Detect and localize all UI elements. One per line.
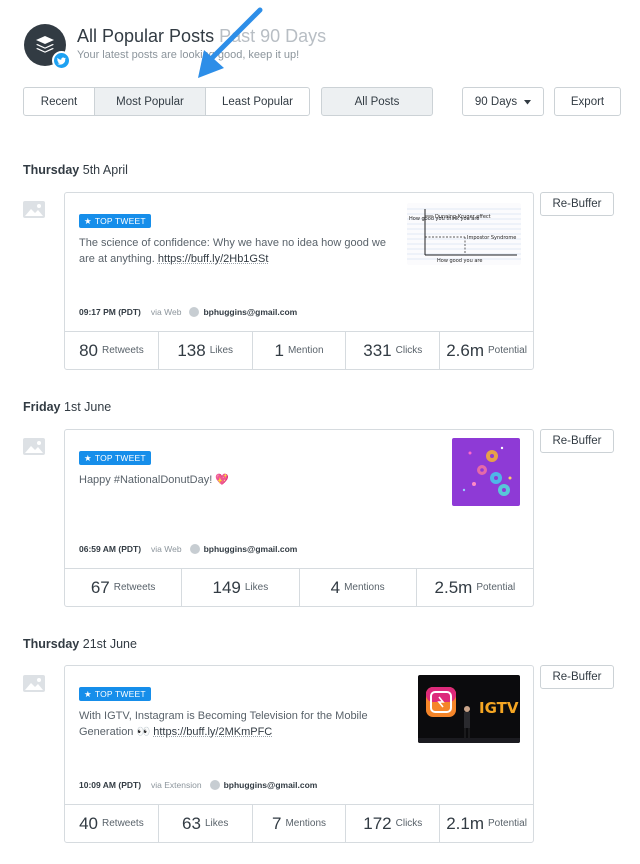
thumb-igtv-label: IGTV [479, 699, 519, 717]
top-tweet-badge: ★ TOP TWEET [79, 451, 151, 465]
stat-clicks: 331 Clicks [346, 332, 441, 369]
image-placeholder-icon [23, 438, 45, 455]
post-account: bphuggins@gmail.com [203, 544, 298, 554]
account-avatar [189, 544, 200, 554]
buffer-avatar [24, 24, 71, 70]
most-popular-button[interactable]: Most Popular [95, 88, 206, 115]
post-account: bphuggins@gmail.com [223, 780, 318, 790]
post-time: 09:17 PM (PDT) [79, 307, 141, 317]
export-button[interactable]: Export [554, 87, 621, 116]
stat-retweets: 67 Retweets [65, 569, 183, 606]
annotation-arrow [198, 7, 263, 78]
twitter-icon [52, 51, 71, 70]
post-card: ★ TOP TWEET The science of confidence: W… [64, 192, 534, 370]
post-day-date: 21st June [82, 637, 137, 651]
post-date-heading: Friday 1st June [23, 400, 111, 414]
stat-mentions: 4 Mentions [300, 569, 417, 606]
post-text-body: Happy #NationalDonutDay! 💖 [79, 474, 230, 486]
post-time: 10:09 AM (PDT) [79, 780, 142, 790]
date-range-value: 90 Days [474, 95, 518, 108]
post-account: bphuggins@gmail.com [203, 307, 298, 317]
post-text: With IGTV, Instagram is Becoming Televis… [79, 708, 389, 740]
post-thumbnail[interactable]: How good you think you are Dunning-Kruge… [407, 203, 521, 265]
page-header: All Popular Posts Past 90 Days Your late… [24, 22, 624, 70]
stat-retweets: 40 Retweets [65, 805, 159, 842]
image-placeholder-icon [23, 675, 45, 692]
post-day-name: Friday [23, 400, 61, 414]
all-posts-button[interactable]: All Posts [321, 87, 433, 116]
image-placeholder-icon [23, 201, 45, 218]
post-date-heading: Thursday 21st June [23, 637, 137, 651]
rebuffer-button[interactable]: Re-Buffer [540, 665, 614, 689]
stat-retweets: 80 Retweets [65, 332, 159, 369]
post-via: via Extension [151, 780, 202, 790]
recent-button[interactable]: Recent [24, 88, 95, 115]
thumb-x-label: How good you are [437, 258, 482, 264]
rebuffer-button[interactable]: Re-Buffer [540, 429, 614, 453]
post-via: via Web [151, 544, 182, 554]
post-link[interactable]: https://buff.ly/2Hb1GSt [158, 253, 268, 265]
stat-potential: 2.6m Potential [446, 340, 527, 360]
least-popular-button[interactable]: Least Popular [206, 88, 309, 115]
account-avatar [189, 307, 200, 317]
stat-likes: 149 Likes [182, 569, 300, 606]
badge-label: TOP TWEET [94, 453, 146, 463]
badge-label: TOP TWEET [94, 689, 146, 699]
date-range-dropdown[interactable]: 90 Days [462, 87, 544, 116]
stat-potential: 2.5m Potential [434, 577, 516, 597]
post-day-name: Thursday [23, 637, 80, 651]
caret-down-icon [524, 96, 532, 108]
post-day-date: 1st June [64, 400, 112, 414]
post-thumbnail[interactable]: IGTV [418, 675, 520, 743]
star-icon: ★ [84, 452, 92, 463]
badge-label: TOP TWEET [94, 216, 146, 226]
stat-mentions: 1 Mention [253, 332, 347, 369]
thumb-dk-label: Dunning-Kruger effect [435, 214, 491, 220]
post-text: Happy #NationalDonutDay! 💖 [79, 472, 389, 488]
stat-clicks: 172 Clicks [346, 805, 441, 842]
post-via: via Web [150, 307, 182, 317]
post-meta: 10:09 AM (PDT) via Extension bphuggins@g… [79, 780, 317, 790]
post-meta: 06:59 AM (PDT) via Web bphuggins@gmail.c… [79, 544, 297, 554]
post-card: ★ TOP TWEET With IGTV, Instagram is Beco… [64, 665, 534, 843]
post-card: ★ TOP TWEET Happy #NationalDonutDay! 💖 0… [64, 429, 534, 607]
stat-potential: 2.1m Potential [446, 813, 527, 833]
post-meta: 09:17 PM (PDT) via Web bphuggins@gmail.c… [79, 307, 297, 317]
stat-mentions: 7 Mentions [253, 805, 347, 842]
star-icon: ★ [84, 215, 92, 226]
star-icon: ★ [84, 688, 92, 699]
top-tweet-badge: ★ TOP TWEET [79, 214, 151, 228]
stat-likes: 138 Likes [159, 332, 253, 369]
post-stats: 40 Retweets 63 Likes 7 Mentions 172 Clicks 2… [65, 804, 533, 842]
post-day-name: Thursday [23, 163, 80, 177]
post-time: 06:59 AM (PDT) [79, 544, 142, 554]
top-tweet-badge: ★ TOP TWEET [79, 687, 151, 701]
sort-segmented-control: Recent Most Popular Least Popular [23, 87, 310, 116]
account-avatar [209, 780, 220, 790]
post-day-date: 5th April [82, 163, 128, 177]
rebuffer-button[interactable]: Re-Buffer [540, 192, 614, 216]
thumb-imp-label: Impostor Syndrome [467, 235, 516, 241]
post-link[interactable]: https://buff.ly/2MKmPFC [153, 726, 272, 738]
post-text: The science of confidence: Why we have n… [79, 235, 389, 267]
stat-likes: 63 Likes [159, 805, 253, 842]
post-date-heading: Thursday 5th April [23, 163, 128, 177]
post-thumbnail[interactable] [452, 438, 520, 506]
post-stats: 80 Retweets 138 Likes 1 Mention 331 Clicks 2… [65, 331, 533, 369]
post-stats: 67 Retweets 149 Likes 4 Mentions 2.5m Potent… [65, 568, 533, 606]
